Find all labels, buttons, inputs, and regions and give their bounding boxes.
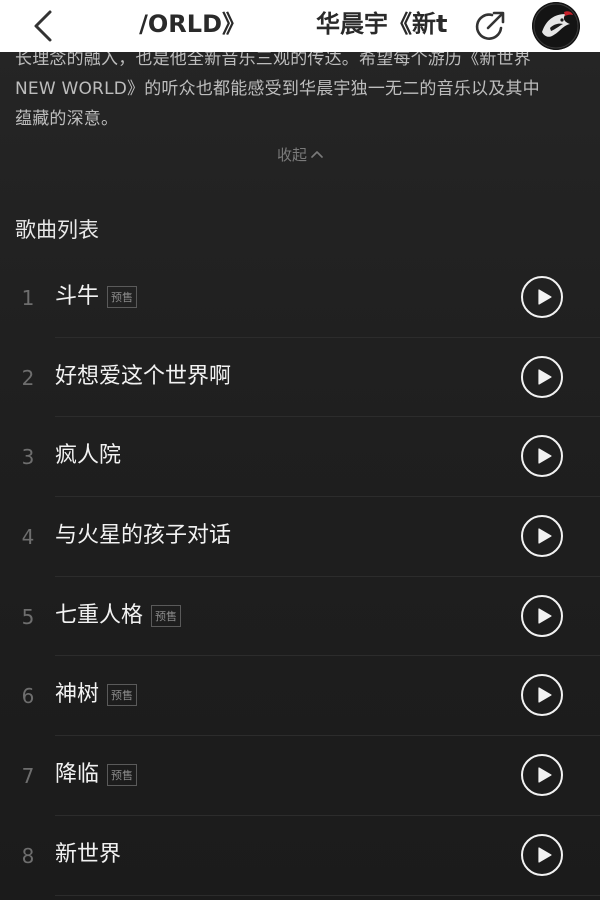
play-button[interactable] [521,515,563,558]
song-number: 6 [21,684,35,709]
song-row[interactable]: 2 好想爱这个世界啊 [0,338,600,418]
song-list-title: 歌曲列表 [15,218,99,242]
top-navbar: /ORLD》 华晨宇《新t [0,0,600,52]
song-row[interactable]: 4 与火星的孩子对话 [0,497,600,577]
collapse-button[interactable]: 收起 [250,140,350,170]
song-number: 8 [21,843,35,868]
song-title-group: 斗牛 预售 [55,278,138,316]
song-number: 5 [21,604,35,629]
navbar-title-scroll-right: 华晨宇《新t [316,6,458,42]
song-title: 神树 [55,682,100,708]
back-chevron-icon [34,10,52,42]
description-line: NEW WORLD》的听众也都能感受到华晨宇独一无二的音乐以及其中 [15,79,540,99]
avatar[interactable] [532,2,580,50]
share-button[interactable] [470,6,510,46]
play-icon [538,767,552,783]
play-button[interactable] [521,276,563,318]
song-title: 斗牛 [55,284,100,309]
song-title-group: 七重人格 预售 [55,597,182,635]
song-title: 与火星的孩子对话 [55,523,232,549]
play-icon [538,687,552,704]
play-button[interactable] [521,355,563,398]
song-title-group: 神树 预售 [55,676,138,714]
presale-badge: 预售 [107,684,138,707]
song-row[interactable]: 7 降临 预售 [0,736,600,816]
navbar-title-text-left: /ORLD》 [139,10,246,38]
song-title-group: 疯人院 [55,437,121,475]
song-number: 2 [21,365,35,390]
play-icon [538,289,552,305]
song-title: 好想爱这个世界啊 [55,363,232,389]
song-row[interactable]: 5 七重人格 预售 [0,577,600,657]
play-icon [538,528,552,544]
album-description: 长理念的融入，也是他全新音乐三观的传达。希望每个游历《新世界 NEW WORLD… [15,44,590,134]
play-button[interactable] [521,594,563,637]
play-icon [538,448,552,464]
album-page: /ORLD》 华晨宇《新t 长理念的融入，也是他全新音乐三观的传达。希望每个游历… [0,0,600,900]
navbar-title-text-right: 华晨宇《新t [316,10,448,38]
presale-badge: 预售 [151,604,182,627]
song-title-group: 降临 预售 [55,756,138,794]
song-number: 7 [21,764,35,789]
play-icon [538,847,552,863]
song-row[interactable]: 8 新世界 [0,816,600,896]
avatar-image [532,2,580,50]
song-title: 降临 [55,762,100,788]
song-list: 1 斗牛 预售 2 好想爱这个世界啊 3 疯人院 4 与火星的孩子对话 5 七重… [0,258,600,896]
song-title: 新世界 [55,841,122,867]
song-row[interactable]: 3 疯人院 [0,417,600,498]
collapse-label: 收起 [276,146,307,164]
song-title-group: 与火星的孩子对话 [55,517,231,555]
presale-badge: 预售 [107,286,138,308]
play-button[interactable] [521,674,563,717]
back-button[interactable] [22,4,66,48]
row-divider [55,894,600,896]
play-button[interactable] [521,833,563,876]
play-button[interactable] [521,435,563,478]
song-title: 七重人格 [55,602,144,628]
navbar-title-scroll-left: /ORLD》 [138,6,246,42]
song-title-group: 新世界 [55,836,121,874]
chevron-up-icon [311,151,323,158]
song-title-group: 好想爱这个世界啊 [55,358,231,396]
song-number: 3 [21,445,35,470]
presale-badge: 预售 [107,764,138,787]
song-number: 1 [21,286,35,310]
play-button[interactable] [521,754,563,797]
song-number: 4 [21,525,35,550]
play-icon [538,608,552,624]
song-row[interactable]: 1 斗牛 预售 [0,258,600,338]
play-icon [538,369,552,385]
song-title: 疯人院 [55,443,122,469]
share-icon [475,11,505,40]
song-row[interactable]: 6 神树 预售 [0,656,600,737]
description-line: 蕴藏的深意。 [15,109,119,129]
